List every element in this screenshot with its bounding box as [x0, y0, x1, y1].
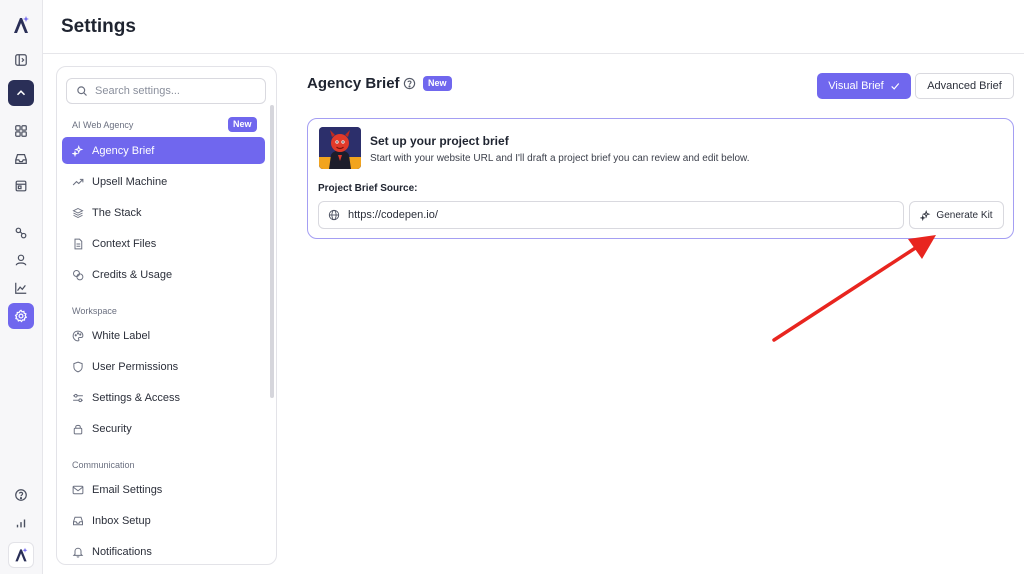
- project-brief-card: Set up your project brief Start with you…: [307, 118, 1014, 239]
- sidebar-item-label: User Permissions: [92, 360, 179, 373]
- sidebar-toggle-icon[interactable]: [8, 47, 34, 73]
- sidebar-item-upsell-machine[interactable]: Upsell Machine: [62, 168, 265, 195]
- generate-kit-label: Generate Kit: [936, 209, 993, 221]
- sidebar-item-label: Settings & Access: [92, 391, 181, 404]
- new-badge: New: [228, 117, 257, 132]
- sidebar-item-settings-access[interactable]: Settings & Access: [62, 384, 265, 411]
- visual-brief-label: Visual Brief: [828, 80, 884, 92]
- analytics-icon[interactable]: [8, 275, 34, 301]
- calendar-icon[interactable]: [8, 173, 34, 199]
- inbox-rail-icon[interactable]: [8, 146, 34, 172]
- sidebar-item-inbox-setup[interactable]: Inbox Setup: [62, 507, 265, 534]
- shield-icon: [73, 361, 83, 372]
- globe-icon: [328, 209, 340, 221]
- layers-icon: [72, 207, 84, 218]
- search-icon: [77, 86, 87, 96]
- app-logo-icon[interactable]: [8, 12, 34, 38]
- sidebar-item-email-settings[interactable]: Email Settings: [62, 476, 265, 503]
- sidebar-item-label: Notifications: [92, 545, 152, 558]
- advanced-brief-button[interactable]: Advanced Brief: [915, 73, 1014, 99]
- sidebar-item-label: The Stack: [92, 206, 142, 219]
- source-label: Project Brief Source:: [318, 183, 418, 194]
- sidebar-item-label: White Label: [92, 329, 151, 342]
- annotation-arrow-icon: [772, 235, 936, 342]
- section-communication: Communication: [72, 460, 135, 470]
- section-title: Agency Brief: [307, 75, 400, 92]
- sidebar-item-agency-brief[interactable]: Agency Brief: [62, 137, 265, 164]
- sidebar-item-security[interactable]: Security: [62, 415, 265, 442]
- section-workspace: Workspace: [72, 306, 117, 316]
- app-rail: [0, 0, 43, 574]
- sidebar-item-context-files[interactable]: Context Files: [62, 230, 265, 257]
- sidebar-item-notifications[interactable]: Notifications: [62, 538, 265, 564]
- sidebar-item-user-permissions[interactable]: User Permissions: [62, 353, 265, 380]
- sidebar-item-white-label[interactable]: White Label: [62, 322, 265, 349]
- coins-icon: [73, 269, 84, 280]
- nav-scrollbar[interactable]: [270, 105, 274, 398]
- search-box[interactable]: [66, 78, 266, 104]
- sidebar-item-label: Inbox Setup: [92, 514, 151, 527]
- page-title: Settings: [61, 16, 136, 37]
- sidebar-item-label: Security: [92, 422, 132, 435]
- sparkles-icon: [920, 209, 931, 221]
- user-icon[interactable]: [8, 247, 34, 273]
- sidebar-item-label: Context Files: [92, 237, 157, 250]
- help-rail-icon[interactable]: [8, 482, 34, 508]
- settings-gear-icon[interactable]: [8, 303, 34, 329]
- workspace-logo-icon[interactable]: [8, 542, 34, 568]
- sparkles-icon: [72, 144, 84, 157]
- sidebar-item-label: Agency Brief: [92, 144, 155, 157]
- inbox-icon: [73, 516, 83, 525]
- help-circle-icon[interactable]: [403, 77, 416, 90]
- sidebar-item-credits-usage[interactable]: Credits & Usage: [62, 261, 265, 288]
- check-icon: [890, 83, 899, 90]
- url-input[interactable]: [348, 209, 888, 221]
- title-new-badge: New: [423, 76, 452, 91]
- lock-icon: [73, 424, 83, 434]
- page-header: Settings: [43, 0, 1024, 54]
- sidebar-item-label: Credits & Usage: [92, 268, 173, 281]
- trend-up-icon: [72, 178, 84, 185]
- sliders-icon: [73, 393, 83, 402]
- palette-icon: [72, 330, 84, 341]
- file-icon: [74, 238, 83, 249]
- sidebar-item-label: Upsell Machine: [92, 175, 168, 188]
- card-title: Set up your project brief: [370, 134, 509, 148]
- workflow-icon[interactable]: [8, 220, 34, 246]
- sidebar-item-the-stack[interactable]: The Stack: [62, 199, 265, 226]
- mail-icon: [72, 485, 84, 494]
- settings-nav-panel: AI Web Agency New Agency Brief Upsell Ma…: [56, 66, 277, 565]
- section-ai-web-agency: AI Web Agency: [72, 120, 134, 130]
- grid-icon[interactable]: [8, 118, 34, 144]
- visual-brief-button[interactable]: Visual Brief: [817, 73, 911, 99]
- bell-icon: [72, 547, 84, 558]
- collapse-up-icon[interactable]: [8, 80, 34, 106]
- sidebar-item-label: Email Settings: [92, 483, 163, 496]
- signal-bars-icon[interactable]: [8, 510, 34, 536]
- search-input[interactable]: [95, 85, 255, 97]
- agent-avatar: [319, 127, 361, 169]
- card-subtitle: Start with your website URL and I'll dra…: [370, 153, 750, 164]
